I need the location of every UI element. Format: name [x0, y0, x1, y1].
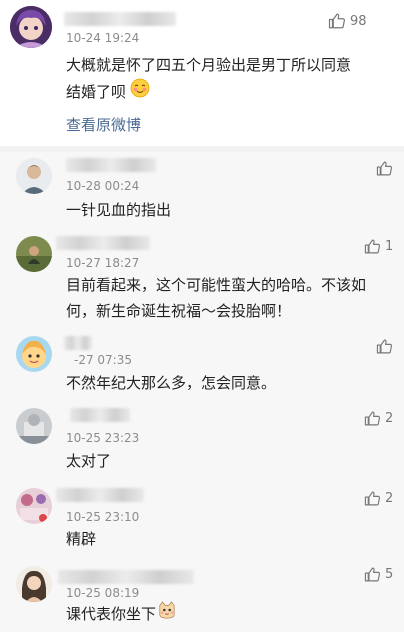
comment-time: -27 07:35 — [74, 353, 132, 367]
comment-time: 10-28 00:24 — [66, 179, 140, 193]
comment-time: 10-24 19:24 — [66, 31, 140, 45]
username[interactable] — [66, 158, 156, 172]
list-item: 10-25 23:10 2 精辟 — [0, 484, 404, 560]
comment-text-line2: 结婚了呗 — [66, 78, 150, 106]
username[interactable] — [56, 236, 150, 250]
like-button[interactable] — [376, 338, 393, 355]
like-count: 5 — [385, 567, 394, 582]
comment-text-line1: 目前看起来，这个可能性蛮大的哈哈。不该如 — [66, 276, 367, 294]
like-count: 98 — [350, 13, 367, 29]
like-count: 2 — [385, 491, 394, 506]
comment-time: 10-25 08:19 — [66, 586, 140, 600]
comment-time: 10-27 18:27 — [66, 256, 140, 270]
avatar[interactable] — [16, 566, 52, 602]
like-count: 2 — [385, 411, 394, 426]
like-count: 1 — [385, 239, 394, 254]
avatar[interactable] — [16, 488, 52, 524]
comment-time: 10-25 23:10 — [66, 510, 140, 524]
like-button[interactable]: 5 — [364, 566, 393, 583]
avatar[interactable] — [10, 6, 52, 48]
comment-text: 一针见血的指出 — [66, 201, 172, 219]
thumbs-up-icon — [376, 160, 393, 177]
list-item: 10-25 08:19 5 课代表你坐下 — [0, 562, 404, 632]
thumbs-up-icon — [364, 410, 381, 427]
avatar[interactable] — [16, 158, 52, 194]
avatar[interactable] — [16, 236, 52, 272]
username[interactable] — [70, 408, 130, 422]
cat-emoji-icon — [158, 601, 176, 627]
comment-time: 10-25 23:23 — [66, 431, 140, 445]
username[interactable] — [56, 488, 144, 502]
like-button[interactable]: 98 — [328, 12, 367, 30]
like-button[interactable]: 1 — [364, 238, 393, 255]
username[interactable] — [64, 12, 176, 26]
list-item: -27 07:35 不然年纪大那么多，怎会同意。 — [0, 332, 404, 402]
list-item: 10-28 00:24 一针见血的指出 — [0, 152, 404, 230]
comment-text: 太对了 — [66, 452, 112, 470]
avatar[interactable] — [16, 336, 52, 372]
comment-text: 课代表你坐下 — [66, 601, 176, 627]
avatar[interactable] — [16, 408, 52, 444]
username[interactable] — [64, 336, 92, 350]
thumbs-up-icon — [364, 490, 381, 507]
like-button[interactable]: 2 — [364, 410, 393, 427]
like-button[interactable]: 2 — [364, 490, 393, 507]
list-item: 10-25 23:23 2 太对了 — [0, 404, 404, 480]
list-item: 10-27 18:27 1 目前看起来，这个可能性蛮大的哈哈。不该如 何，新生命… — [0, 232, 404, 332]
thumbs-up-icon — [364, 566, 381, 583]
comment-text-line2: 何，新生命诞生祝福～会投胎啊！ — [66, 302, 292, 320]
main-comment: 10-24 19:24 98 大概就是怀了四五个月验出是男丁所以同意 结婚了呗 … — [0, 0, 404, 146]
thumbs-up-icon — [364, 238, 381, 255]
like-button[interactable] — [376, 160, 393, 177]
thumbs-up-icon — [376, 338, 393, 355]
comment-text-line1: 大概就是怀了四五个月验出是男丁所以同意 — [66, 56, 352, 74]
reply-list: 10-28 00:24 一针见血的指出 10-27 18:27 1 目前看起来，… — [0, 152, 404, 632]
username[interactable] — [58, 570, 194, 584]
comment-text: 不然年纪大那么多，怎会同意。 — [66, 374, 277, 392]
blush-emoji-icon — [130, 78, 150, 106]
view-original-link[interactable]: 查看原微博 — [66, 114, 141, 135]
comment-text: 精辟 — [66, 530, 97, 548]
thumbs-up-icon — [328, 12, 346, 30]
